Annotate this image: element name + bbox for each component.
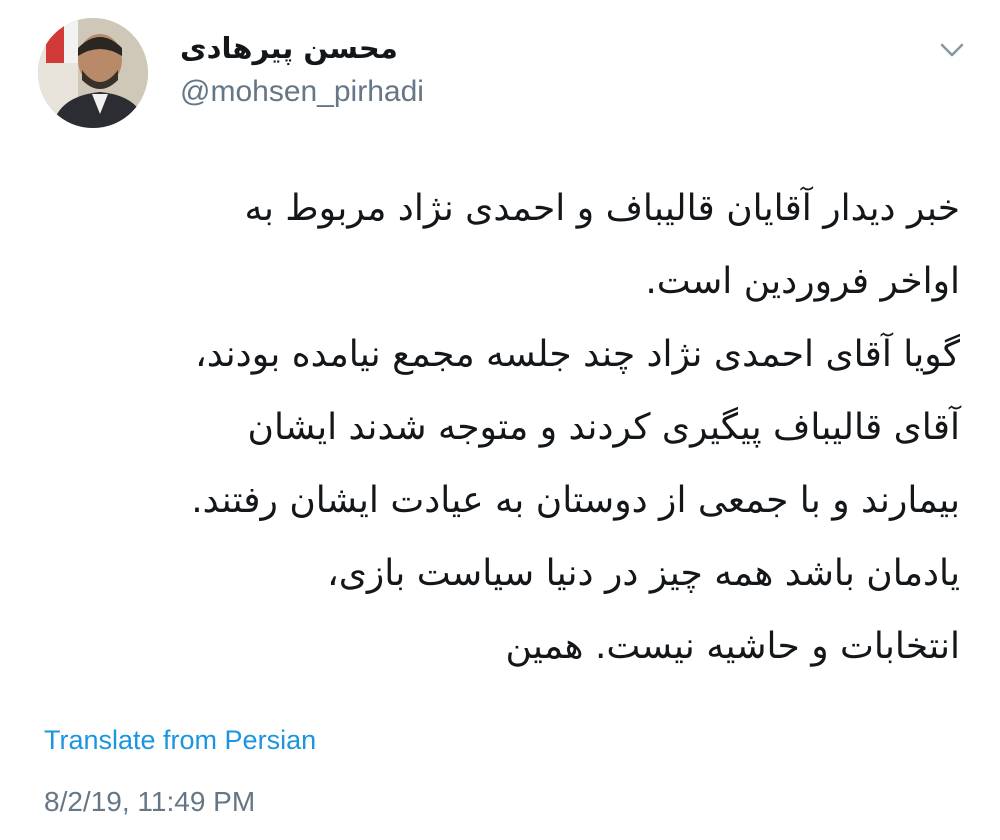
tweet-text-line: آقای قالیباف پیگیری کردند و متوجه شدند ا… [247,407,960,448]
author-names: محسن پیرهادی @mohsen_pirhadi [180,28,680,112]
user-handle[interactable]: @mohsen_pirhadi [180,72,680,112]
profile-photo-icon [38,18,148,128]
translate-link[interactable]: Translate from Persian [44,722,316,758]
tweet-text-line: اواخر فروردین است. [645,261,960,302]
display-name[interactable]: محسن پیرهادی [180,28,680,68]
tweet-timestamp[interactable]: 8/2/19, 11:49 PM [44,783,255,821]
tweet-text-line: یادمان باشد همه چیز در دنیا سیاست بازی، [327,553,960,594]
tweet-text-line: انتخابات و حاشیه نیست. همین [505,626,960,667]
chevron-down-icon[interactable] [938,40,966,60]
tweet-text-line: گویا آقای احمدی نژاد چند جلسه مجمع نیامد… [195,334,960,375]
tweet-text-line: بیمارند و با جمعی از دوستان به عیادت ایش… [191,480,960,521]
tweet-text: خبر دیدار آقایان قالیباف و احمدی نژاد مر… [38,172,960,683]
avatar[interactable] [38,18,148,128]
tweet-header: محسن پیرهادی @mohsen_pirhadi [38,18,978,130]
tweet-text-line: خبر دیدار آقایان قالیباف و احمدی نژاد مر… [244,188,960,229]
tweet-card: محسن پیرهادی @mohsen_pirhadi خبر دیدار آ… [0,0,1000,840]
